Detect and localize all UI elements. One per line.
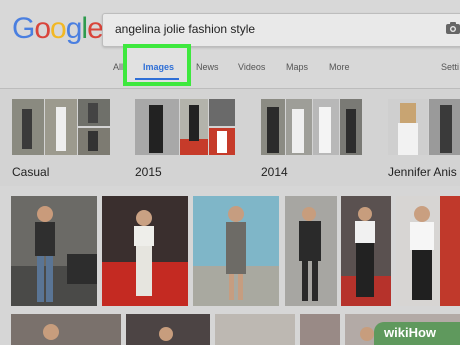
tab-videos[interactable]: Videos — [238, 62, 265, 72]
image-result-photo — [215, 314, 295, 345]
image-result[interactable] — [11, 196, 97, 306]
tab-images-label: Images — [143, 62, 175, 72]
image-result[interactable] — [102, 196, 188, 306]
image-result-photo — [126, 314, 210, 345]
filter-chip-2014[interactable]: 2014 — [261, 99, 362, 179]
tab-news[interactable]: News — [196, 62, 219, 72]
tab-images[interactable]: Images — [123, 44, 191, 86]
logo-letter: o — [34, 12, 51, 45]
image-result-photo — [11, 314, 121, 345]
image-result[interactable] — [215, 314, 295, 345]
logo-letter: e — [87, 12, 104, 45]
filter-label: 2014 — [261, 165, 288, 179]
filter-chip-casual[interactable]: Casual — [12, 99, 110, 179]
search-box[interactable]: angelina jolie fashion style — [102, 13, 460, 47]
image-result[interactable] — [193, 196, 279, 306]
camera-icon[interactable] — [445, 21, 460, 35]
filter-label: 2015 — [135, 165, 162, 179]
filter-thumbnail — [261, 99, 362, 155]
image-result-photo — [102, 196, 188, 306]
watermark-text: wikiHow — [384, 325, 437, 340]
image-result-photo — [11, 196, 97, 306]
related-searches: Casual 2015 2014 Jennifer Anis — [0, 89, 460, 186]
filter-chip-2015[interactable]: 2015 — [135, 99, 235, 179]
filter-thumbnail — [388, 99, 460, 155]
wikihow-watermark: wikiHow — [374, 322, 460, 345]
google-images-page: Google angelina jolie fashion style All … — [0, 0, 460, 345]
search-tabs: All News Videos Maps More Setti — [0, 56, 460, 80]
image-result[interactable] — [300, 314, 340, 345]
tab-settings[interactable]: Setti — [441, 62, 459, 72]
image-result[interactable] — [11, 314, 121, 345]
filter-label: Casual — [12, 165, 50, 179]
image-result-photo — [300, 314, 340, 345]
image-result-photo — [341, 196, 391, 306]
image-result-photo — [193, 196, 279, 306]
image-result[interactable] — [285, 196, 337, 306]
logo-letter: o — [50, 12, 67, 45]
tab-all[interactable]: All — [113, 62, 123, 72]
header: Google angelina jolie fashion style All … — [0, 0, 460, 88]
filter-thumbnail — [135, 99, 235, 155]
image-result[interactable] — [126, 314, 210, 345]
image-result-photo — [285, 196, 337, 306]
active-tab-indicator — [135, 78, 179, 80]
logo-letter: g — [65, 12, 83, 45]
filter-thumbnail — [12, 99, 110, 155]
image-result[interactable] — [341, 196, 391, 306]
image-result-photo — [396, 196, 460, 306]
tab-more[interactable]: More — [329, 62, 350, 72]
google-logo[interactable]: Google — [12, 12, 104, 46]
image-result[interactable] — [396, 196, 460, 306]
search-input[interactable]: angelina jolie fashion style — [115, 22, 255, 36]
tab-maps[interactable]: Maps — [286, 62, 308, 72]
filter-chip-jennifer-aniston[interactable]: Jennifer Anis — [388, 99, 460, 179]
filter-label: Jennifer Anis — [388, 165, 457, 179]
logo-letter: G — [12, 12, 35, 45]
